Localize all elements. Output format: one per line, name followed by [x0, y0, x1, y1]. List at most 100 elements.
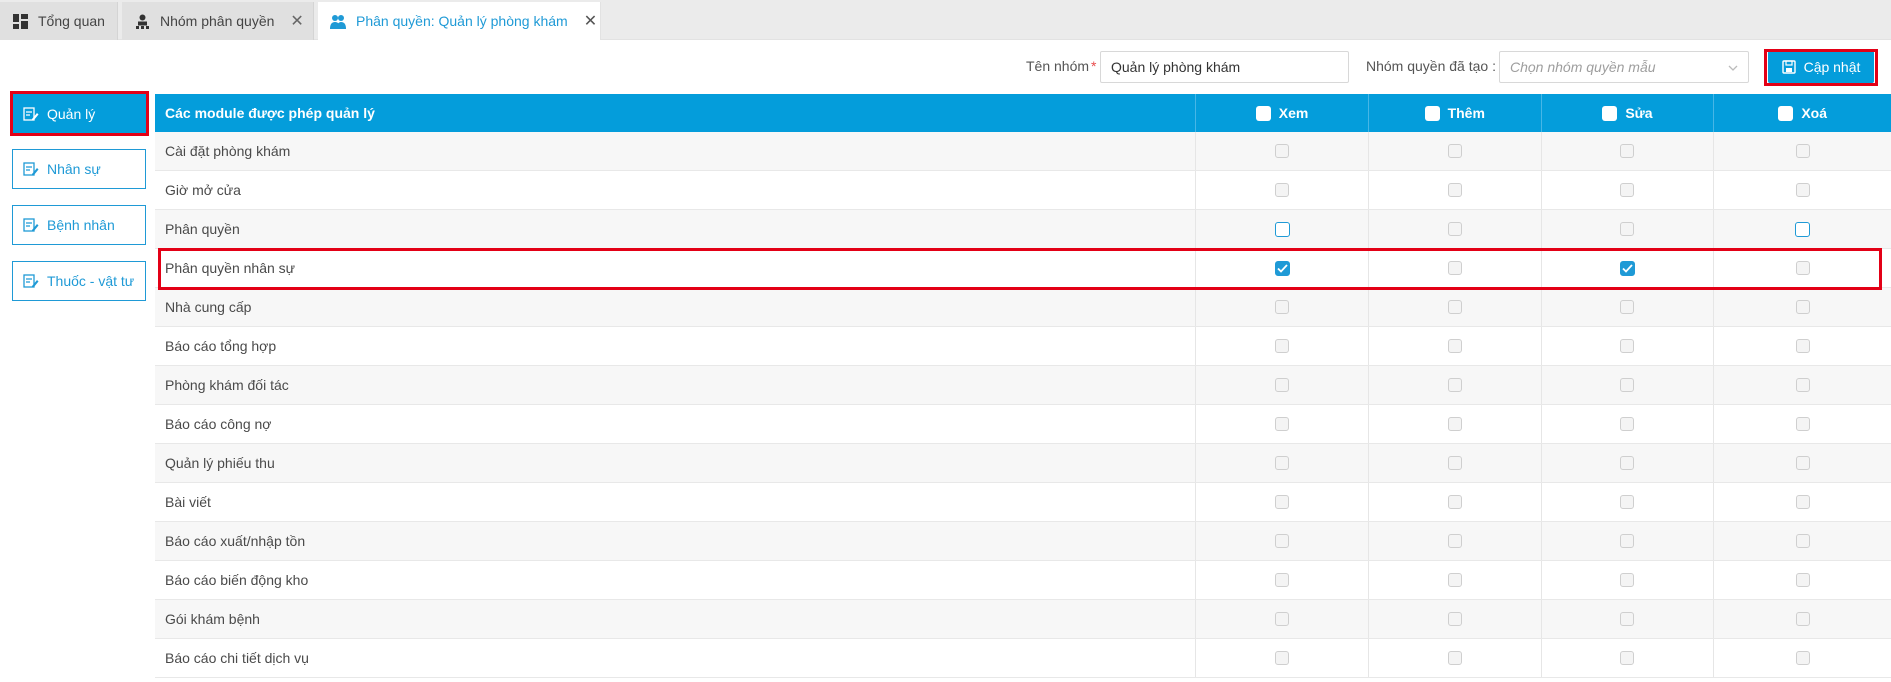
delete-checkbox[interactable] — [1795, 456, 1810, 470]
permission-cell-delete — [1714, 327, 1891, 365]
delete-checkbox[interactable] — [1795, 378, 1810, 392]
permission-cell-add — [1369, 444, 1542, 482]
delete-checkbox[interactable] — [1795, 534, 1810, 548]
permission-cell-view — [1196, 288, 1369, 326]
module-name: Giờ mở cửa — [155, 171, 1197, 209]
edit-checkbox[interactable] — [1620, 300, 1635, 314]
add-checkbox[interactable] — [1447, 300, 1462, 314]
permission-cell-edit — [1542, 366, 1715, 404]
edit-checkbox[interactable] — [1620, 495, 1635, 509]
tab-permission-groups[interactable]: Nhóm phân quyền ✕ — [122, 2, 314, 40]
dashboard-icon — [12, 13, 28, 29]
edit-checkbox[interactable] — [1620, 651, 1635, 665]
view-checkbox[interactable] — [1275, 612, 1290, 626]
table-row: Gói khám bệnh — [155, 600, 1891, 639]
permission-cell-edit — [1542, 561, 1715, 599]
delete-checkbox[interactable] — [1795, 573, 1810, 587]
view-checkbox[interactable] — [1275, 651, 1290, 665]
delete-checkbox[interactable] — [1795, 300, 1810, 314]
highlight-box — [158, 248, 1882, 290]
highlight-box — [10, 91, 149, 136]
add-checkbox[interactable] — [1447, 495, 1462, 509]
permission-cell-edit — [1542, 132, 1715, 170]
edit-checkbox[interactable] — [1620, 339, 1635, 353]
tab-permission-clinic-manager[interactable]: Phân quyền: Quản lý phòng khám ✕ — [318, 2, 601, 40]
sidebar-item-staff[interactable]: Nhân sự — [12, 149, 146, 189]
close-icon[interactable]: ✕ — [290, 11, 303, 31]
add-checkbox[interactable] — [1447, 144, 1462, 158]
permission-cell-edit — [1542, 327, 1715, 365]
add-checkbox[interactable] — [1447, 222, 1462, 236]
permission-cell-edit — [1542, 444, 1715, 482]
add-checkbox[interactable] — [1447, 339, 1462, 353]
sidebar-item-medicine-supplies[interactable]: Thuốc - vật tư — [12, 261, 146, 301]
permission-cell-add — [1369, 132, 1542, 170]
add-checkbox[interactable] — [1447, 456, 1462, 470]
tab-overview[interactable]: Tổng quan — [0, 2, 118, 40]
edit-checkbox[interactable] — [1620, 378, 1635, 392]
delete-checkbox[interactable] — [1795, 651, 1810, 665]
module-name: Phòng khám đối tác — [155, 366, 1197, 404]
group-name-input[interactable]: Quản lý phòng khám — [1100, 51, 1349, 83]
view-checkbox[interactable] — [1275, 417, 1290, 431]
view-checkbox[interactable] — [1275, 339, 1290, 353]
edit-checkbox[interactable] — [1620, 534, 1635, 548]
delete-checkbox[interactable] — [1795, 495, 1810, 509]
add-checkbox[interactable] — [1447, 183, 1462, 197]
delete-checkbox[interactable] — [1795, 417, 1810, 431]
module-name: Báo cáo biến động kho — [155, 561, 1197, 599]
permission-cell-edit — [1542, 483, 1715, 521]
select-all-add-checkbox[interactable] — [1424, 105, 1440, 121]
table-row: Giờ mở cửa — [155, 171, 1891, 210]
module-name: Báo cáo công nợ — [155, 405, 1197, 443]
view-checkbox[interactable] — [1275, 183, 1290, 197]
delete-checkbox[interactable] — [1795, 612, 1810, 626]
add-checkbox[interactable] — [1447, 651, 1462, 665]
delete-checkbox[interactable] — [1795, 221, 1811, 237]
edit-checkbox[interactable] — [1620, 612, 1635, 626]
view-checkbox[interactable] — [1275, 534, 1290, 548]
select-all-delete-checkbox[interactable] — [1778, 105, 1794, 121]
edit-checkbox[interactable] — [1620, 222, 1635, 236]
view-checkbox[interactable] — [1274, 221, 1290, 237]
module-name: Gói khám bệnh — [155, 600, 1197, 638]
select-all-edit-checkbox[interactable] — [1602, 105, 1618, 121]
header-edit: Sửa — [1542, 94, 1715, 132]
add-checkbox[interactable] — [1447, 378, 1462, 392]
permission-cell-view — [1196, 600, 1369, 638]
view-checkbox[interactable] — [1275, 456, 1290, 470]
table-row: Cài đặt phòng khám — [155, 132, 1891, 171]
edit-checkbox[interactable] — [1620, 573, 1635, 587]
select-all-view-checkbox[interactable] — [1255, 105, 1271, 121]
edit-checkbox[interactable] — [1620, 144, 1635, 158]
delete-checkbox[interactable] — [1795, 183, 1810, 197]
add-checkbox[interactable] — [1447, 573, 1462, 587]
permission-cell-view — [1196, 366, 1369, 404]
view-checkbox[interactable] — [1275, 495, 1290, 509]
view-checkbox[interactable] — [1275, 378, 1290, 392]
module-name: Báo cáo tổng hợp — [155, 327, 1197, 365]
tab-label: Nhóm phân quyền — [160, 13, 275, 29]
delete-checkbox[interactable] — [1795, 144, 1810, 158]
permission-cell-add — [1369, 171, 1542, 209]
template-group-select[interactable]: Chọn nhóm quyền mẫu — [1499, 51, 1749, 83]
add-checkbox[interactable] — [1447, 534, 1462, 548]
delete-checkbox[interactable] — [1795, 339, 1810, 353]
tab-label: Tổng quan — [38, 13, 105, 29]
edit-checkbox[interactable] — [1620, 183, 1635, 197]
view-checkbox[interactable] — [1275, 144, 1290, 158]
add-checkbox[interactable] — [1447, 417, 1462, 431]
edit-checkbox[interactable] — [1620, 417, 1635, 431]
sidebar-item-patients[interactable]: Bệnh nhân — [12, 205, 146, 245]
chevron-down-icon — [1728, 60, 1738, 74]
view-checkbox[interactable] — [1275, 573, 1290, 587]
view-checkbox[interactable] — [1275, 300, 1290, 314]
header-view: Xem — [1196, 94, 1369, 132]
edit-doc-icon — [23, 217, 39, 233]
table-row: Báo cáo tổng hợp — [155, 327, 1891, 366]
close-icon[interactable]: ✕ — [584, 11, 597, 31]
add-checkbox[interactable] — [1447, 612, 1462, 626]
header-module: Các module được phép quản lý — [155, 94, 1197, 132]
edit-checkbox[interactable] — [1620, 456, 1635, 470]
permission-cell-delete — [1714, 405, 1891, 443]
